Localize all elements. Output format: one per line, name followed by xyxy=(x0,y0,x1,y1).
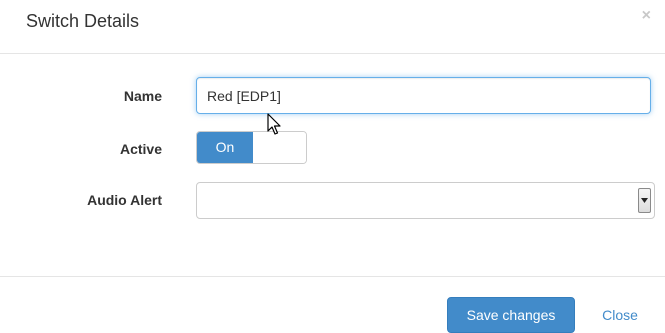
modal-header: Switch Details × xyxy=(0,0,665,54)
audio-alert-select[interactable] xyxy=(196,182,655,219)
modal-title: Switch Details xyxy=(26,11,140,31)
close-icon[interactable]: × xyxy=(642,8,651,24)
audio-alert-label: Audio Alert xyxy=(87,192,162,208)
toggle-on-segment: On xyxy=(197,132,253,163)
active-label: Active xyxy=(119,141,162,157)
name-input[interactable] xyxy=(196,77,651,114)
modal-footer: Save changes Close xyxy=(0,276,665,333)
chevron-down-icon[interactable] xyxy=(638,188,651,213)
save-changes-button[interactable]: Save changes xyxy=(447,297,575,333)
switch-details-modal: Switch Details × Name Active On Audio Al… xyxy=(0,0,665,333)
mouse-pointer-icon xyxy=(267,113,281,135)
close-button[interactable]: Close xyxy=(590,297,650,333)
name-label: Name xyxy=(123,88,162,104)
active-toggle[interactable]: On xyxy=(196,131,307,164)
